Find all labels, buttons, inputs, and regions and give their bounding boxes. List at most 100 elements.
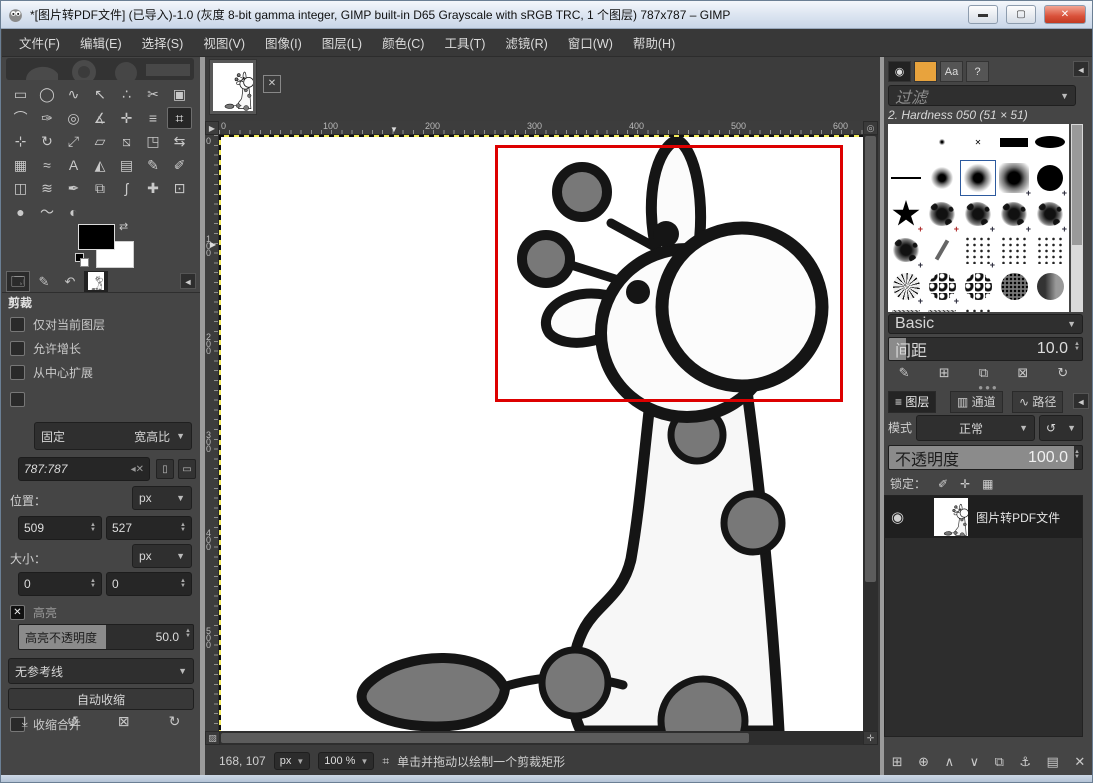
tool-flip[interactable]: ⇆ [167,130,192,152]
unit-dropdown[interactable]: px▼ [274,752,311,770]
brush-cell[interactable] [1032,124,1068,160]
tool-unified-transform[interactable]: ⊹ [8,130,33,152]
brush-cell[interactable]: + [924,196,960,232]
brush-cell[interactable] [888,124,924,160]
spinner-arrows-icon[interactable]: ▲▼ [185,629,191,639]
guides-dropdown[interactable]: 无参考线▼ [8,658,194,684]
brush-cell[interactable]: + [888,196,924,232]
tool-align[interactable]: ≡ [141,107,166,129]
position-x-input[interactable]: 509▲▼ [18,516,102,540]
brush-cell[interactable] [924,232,960,268]
tool-select-by-color[interactable]: ∴ [114,83,139,105]
aspect-ratio-input[interactable]: 787:787 ◂✕ [18,457,150,481]
brush-cell[interactable] [996,268,1032,304]
tool-move[interactable]: ✛ [114,107,139,129]
menu-item[interactable]: 文件(F) [10,29,69,56]
vertical-scrollbar[interactable] [863,135,878,731]
fixed-aspect-dropdown[interactable]: 固定 宽高比 ▼ [34,422,192,450]
delete-brush-icon[interactable]: ⊠ [1017,365,1028,381]
fonts-tab[interactable]: Aa [940,61,963,82]
spinner-arrows-icon[interactable]: ▲▼ [90,579,96,589]
delete-layer-icon[interactable]: ✕ [1074,754,1085,770]
anchor-layer-icon[interactable]: ⚓ [1019,754,1031,770]
tool-fuzzy-select[interactable]: ↖ [88,83,113,105]
layer-opacity-slider[interactable]: 不透明度 100.0 ▲▼ [888,445,1083,470]
spinner-arrows-icon[interactable]: ▲▼ [1074,450,1080,460]
brush-cell[interactable]: + [996,196,1032,232]
minimize-button[interactable]: ▬ [968,5,998,24]
horizontal-scrollbar[interactable] [220,731,863,745]
menu-item[interactable]: 视图(V) [194,29,254,56]
menu-item[interactable]: 工具(T) [435,29,494,56]
tool-perspective[interactable]: ⧅ [114,130,139,152]
tool-perspective-clone[interactable]: ⊡ [167,177,192,199]
brush-cell[interactable] [1032,232,1068,268]
save-preset-icon[interactable]: ⤓ [22,713,28,730]
ruler-corner-button[interactable]: ▶ [205,121,219,135]
brush-cell[interactable] [996,232,1032,268]
brushes-tab[interactable]: ◉ [888,61,911,82]
tool-rectangle-select[interactable]: ▭ [8,83,33,105]
crop-selection-rectangle[interactable] [495,145,843,402]
brush-filter-input[interactable]: 过滤 ▼ [888,85,1076,106]
horizontal-ruler[interactable]: 0100200300400500600▼ [219,121,863,135]
spinner-arrows-icon[interactable]: ▲▼ [90,523,96,533]
tab-channels[interactable]: ▥ 通道 [950,391,1003,413]
tool-dodge-burn[interactable]: ◐ [61,201,86,223]
allow-growing-row[interactable]: 允许增长 [10,340,81,357]
brush-cell[interactable]: + [1032,160,1068,196]
tool-measure[interactable]: ∡ [88,107,113,129]
brush-cell[interactable] [996,124,1032,160]
menu-item[interactable]: 图像(I) [256,29,311,56]
tool-blur-sharpen[interactable]: ● [8,201,33,223]
spinner-arrows-icon[interactable]: ▲▼ [180,579,186,589]
auto-shrink-button[interactable]: 自动收缩 [8,688,194,710]
layer-name[interactable]: 图片转PDF文件 [976,509,1060,526]
tool-gradient[interactable]: ▤ [114,154,139,176]
image-tab[interactable] [209,59,257,115]
layer-row[interactable]: ◉ 图片转PDF文件 [885,496,1082,538]
brush-cell[interactable] [960,304,996,312]
tool-eraser[interactable]: ◫ [8,177,33,199]
maximize-button[interactable]: ▢ [1006,5,1036,24]
tool-scissors-select[interactable]: ✂ [141,83,166,105]
brush-cell[interactable]: + [960,196,996,232]
tool-clone[interactable]: ⧉ [88,177,113,199]
reset-tool-icon[interactable]: ↻ [169,713,181,730]
brush-cell[interactable] [1032,304,1068,312]
brush-scrollbar[interactable] [1071,124,1083,312]
device-status-tab[interactable]: ✎ [32,271,56,292]
size-width-input[interactable]: 0▲▼ [18,572,102,596]
tool-transform-3d[interactable]: ◳ [141,130,166,152]
tool-shear[interactable]: ▱ [88,130,113,152]
brush-cell[interactable] [924,304,960,312]
size-height-input[interactable]: 0▲▼ [106,572,192,596]
fixed-checkbox[interactable] [10,392,25,407]
brush-cell[interactable]: + [888,268,924,304]
position-y-input[interactable]: 527▲▼ [106,516,192,540]
brush-cell[interactable]: + [960,232,996,268]
patterns-tab[interactable] [914,61,937,82]
new-brush-icon[interactable]: ⊞ [939,365,950,381]
menu-item[interactable]: 窗口(W) [559,29,622,56]
brush-cell[interactable] [888,304,924,312]
tool-ink[interactable]: ✒ [61,177,86,199]
delete-preset-icon[interactable]: ⊠ [118,713,130,730]
clear-icon[interactable]: ◂✕ [131,464,144,475]
brush-cell[interactable] [996,304,1032,312]
expand-from-center-row[interactable]: 从中心扩展 [10,364,93,381]
tool-cage-transform[interactable]: ▦ [8,154,33,176]
menu-item[interactable]: 编辑(E) [71,29,131,56]
tool-heal[interactable]: ✚ [141,177,166,199]
brush-cell[interactable]: + [1032,196,1068,232]
new-layer-icon[interactable]: ⊞ [892,754,903,770]
tool-free-select[interactable]: ∿ [61,83,86,105]
zoom-dropdown[interactable]: 100 %▼ [318,752,374,770]
brush-cell[interactable]: + [924,268,960,304]
lock-pixels-icon[interactable]: ✐ [938,477,948,491]
tool-zoom[interactable]: ◎ [61,107,86,129]
undo-history-tab[interactable]: ↶ [58,271,82,292]
close-image-icon[interactable]: ✕ [263,75,281,93]
tool-ellipse-select[interactable]: ◯ [35,83,60,105]
tool-options-tab[interactable]: 🗔 [6,271,30,292]
